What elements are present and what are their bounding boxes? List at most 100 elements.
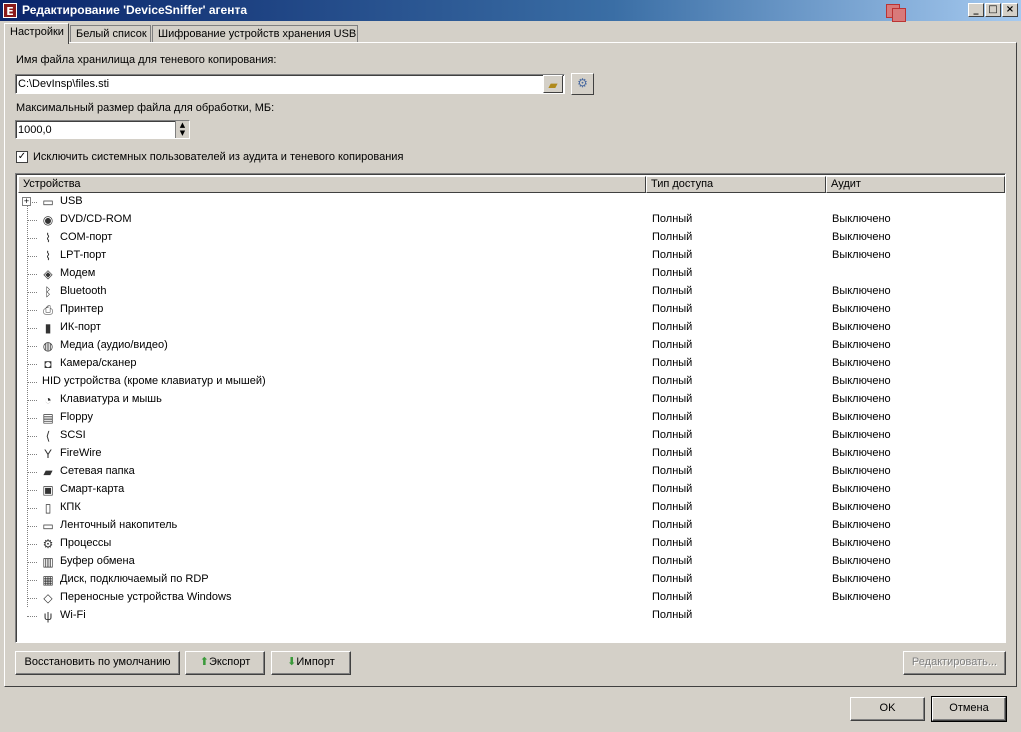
device-row[interactable]: ◇ Переносные устройства Windows Полный Выкл… (16, 589, 1004, 607)
device-name: Переносные устройства Windows (60, 591, 232, 603)
camera-icon: ◘ (44, 357, 52, 371)
restore-defaults-button[interactable]: Восстановить по умолчанию (15, 651, 180, 675)
device-row[interactable]: ψ Wi-Fi Полный (16, 607, 1004, 625)
devices-table[interactable]: Устройства Тип доступа Аудит + ▭ USB ◉ DVD/C… (15, 173, 1006, 643)
device-row[interactable]: ⚙ Процессы Полный Выключено (16, 535, 1004, 553)
device-access: Полный (652, 339, 693, 351)
max-size-input[interactable]: 1000,0 (15, 120, 190, 139)
device-audit: Выключено (832, 339, 891, 351)
device-row[interactable]: ▭ Ленточный накопитель Полный Выключено (16, 517, 1004, 535)
close-button[interactable]: × (1002, 3, 1018, 17)
wifi-icon: ψ (43, 609, 53, 623)
exclude-system-users-checkbox[interactable]: ✓ (16, 151, 28, 163)
expand-plus-icon[interactable]: + (22, 197, 31, 206)
device-audit: Выключено (832, 303, 891, 315)
device-audit: Выключено (832, 519, 891, 531)
device-row[interactable]: ᛒ Bluetooth Полный Выключено (16, 283, 1004, 301)
clipboard-icon: ▥ (42, 555, 54, 569)
processes-gear-icon: ⚙ (42, 537, 54, 551)
tree-branch-line (27, 220, 37, 221)
browse-folder-button[interactable]: ▰ (543, 75, 563, 93)
device-row[interactable]: ▮ ИК-порт Полный Выключено (16, 319, 1004, 337)
device-audit: Выключено (832, 573, 891, 585)
tab-usb-encryption[interactable]: Шифрование устройств хранения USB (152, 25, 358, 43)
column-header-access[interactable]: Тип доступа (646, 176, 826, 193)
device-access: Полный (652, 357, 693, 369)
tree-branch-line (27, 526, 37, 527)
device-name: USB (60, 195, 83, 207)
device-audit: Выключено (832, 429, 891, 441)
device-row[interactable]: ⟨ SCSI Полный Выключено (16, 427, 1004, 445)
import-button[interactable]: ⬇Импорт (271, 651, 351, 675)
device-name: КПК (60, 501, 81, 513)
com-port-icon: ⌇ (45, 231, 51, 245)
import-label: Импорт (296, 656, 335, 668)
device-access: Полный (652, 375, 693, 387)
device-row[interactable]: ◈ Модем Полный (16, 265, 1004, 283)
export-button[interactable]: ⬆Экспорт (185, 651, 265, 675)
device-name: Ленточный накопитель (60, 519, 178, 531)
column-header-audit[interactable]: Аудит (826, 176, 1005, 193)
title-bar[interactable]: E Редактирование 'DeviceSniffer' агента … (0, 0, 1021, 22)
cancel-button[interactable]: Отмена (931, 696, 1007, 722)
device-access: Полный (652, 501, 693, 513)
edit-button[interactable]: Редактировать... (903, 651, 1006, 675)
shadow-file-input[interactable]: C:\DevInsp\files.sti (15, 74, 565, 94)
device-row[interactable]: ▦ Диск, подключаемый по RDP Полный Выключен… (16, 571, 1004, 589)
device-row[interactable]: ▥ Буфер обмена Полный Выключено (16, 553, 1004, 571)
tree-branch-line (27, 238, 37, 239)
shadow-file-label: Имя файла хранилища для теневого копиров… (16, 54, 277, 66)
tree-branch-line (27, 256, 37, 257)
device-access: Полный (652, 303, 693, 315)
spin-down-icon[interactable]: ▼ (176, 129, 189, 137)
device-row[interactable]: ▯ КПК Полный Выключено (16, 499, 1004, 517)
device-access: Полный (652, 285, 693, 297)
device-row[interactable]: ◍ Медиа (аудио/видео) Полный Выключено (16, 337, 1004, 355)
tree-branch-line (27, 418, 37, 419)
device-row[interactable]: ◉ DVD/CD-ROM Полный Выключено (16, 211, 1004, 229)
tab-whitelist[interactable]: Белый список (70, 25, 151, 43)
device-audit: Выключено (832, 447, 891, 459)
device-name: COM-порт (60, 231, 113, 243)
ok-button[interactable]: OK (850, 697, 925, 721)
tree-branch-line (27, 274, 37, 275)
device-row[interactable]: Y FireWire Полный Выключено (16, 445, 1004, 463)
device-row[interactable]: ▣ Смарт-карта Полный Выключено (16, 481, 1004, 499)
device-row[interactable]: ◔ Клавиатура и мышь Полный Выключено (16, 391, 1004, 409)
windows-stack-icon (886, 4, 908, 22)
device-audit: Выключено (832, 537, 891, 549)
tree-branch-line (27, 346, 37, 347)
device-row[interactable]: + ▭ USB (16, 193, 1004, 211)
device-access: Полный (652, 321, 693, 333)
device-row[interactable]: ⌇ COM-порт Полный Выключено (16, 229, 1004, 247)
bluetooth-icon: ᛒ (44, 285, 52, 299)
tree-branch-line (27, 616, 37, 617)
device-row[interactable]: ⌇ LPT-порт Полный Выключено (16, 247, 1004, 265)
device-audit: Выключено (832, 555, 891, 567)
device-row[interactable]: ⎙ Принтер Полный Выключено (16, 301, 1004, 319)
device-access: Полный (652, 537, 693, 549)
device-row[interactable]: ◘ Камера/сканер Полный Выключено (16, 355, 1004, 373)
spin-up-icon[interactable]: ▲ (176, 121, 189, 129)
minimize-button[interactable]: _ (968, 3, 984, 17)
device-audit: Выключено (832, 393, 891, 405)
tree-branch-line (27, 364, 37, 365)
window-title: Редактирование 'DeviceSniffer' агента (22, 3, 247, 17)
storage-settings-button[interactable]: ⚙ (571, 73, 594, 95)
tab-settings[interactable]: Настройки (4, 23, 69, 44)
device-access: Полный (652, 429, 693, 441)
maximize-button[interactable]: □ (985, 3, 1001, 17)
device-row[interactable]: HID устройства (кроме клавиатур и мышей)… (16, 373, 1004, 391)
device-name: LPT-порт (60, 249, 107, 261)
device-name: Модем (60, 267, 96, 279)
tree-branch-line (27, 292, 37, 293)
column-header-devices[interactable]: Устройства (18, 176, 646, 193)
device-access: Полный (652, 267, 693, 279)
device-row[interactable]: ▤ Floppy Полный Выключено (16, 409, 1004, 427)
max-size-spinner[interactable]: ▲ ▼ (175, 121, 189, 138)
device-row[interactable]: ▰ Сетевая папка Полный Выключено (16, 463, 1004, 481)
exclude-system-users-label: Исключить системных пользователей из ауд… (33, 151, 404, 163)
storage-gear-icon: ⚙ (577, 76, 588, 90)
device-name: Клавиатура и мышь (60, 393, 162, 405)
device-name: Принтер (60, 303, 104, 315)
